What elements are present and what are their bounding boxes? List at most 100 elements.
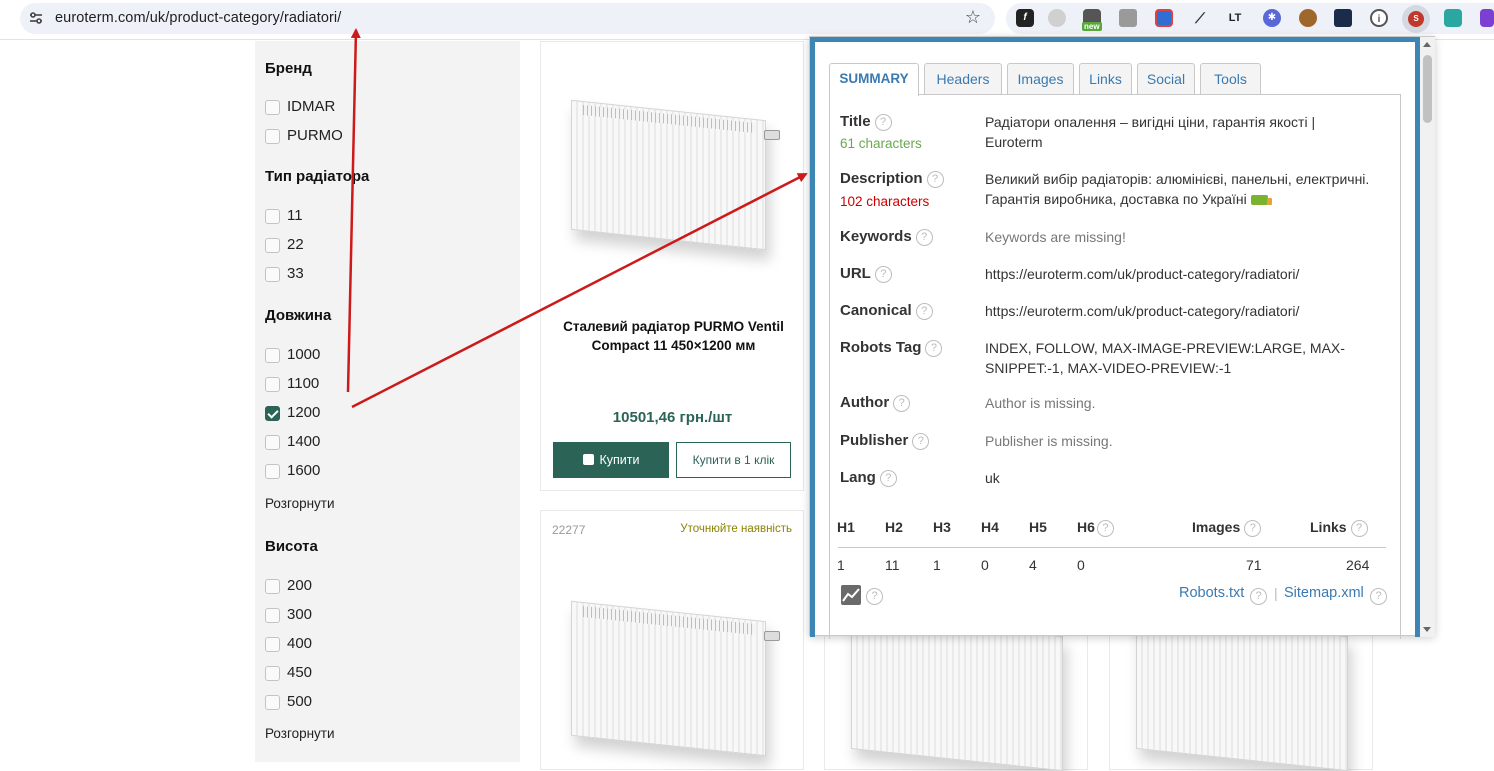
tab-tools[interactable]: Tools <box>1200 63 1261 94</box>
address-bar[interactable]: euroterm.com/uk/product-category/radiato… <box>20 3 995 34</box>
checklist-extension-icon[interactable] <box>1155 9 1173 27</box>
option-label: 500 <box>287 693 313 710</box>
purple-extension-icon[interactable] <box>1480 9 1494 27</box>
hex-extension-icon[interactable] <box>1334 9 1352 27</box>
checkbox[interactable] <box>265 666 280 681</box>
description-label: Description? <box>840 170 944 188</box>
help-icon[interactable]: ? <box>1370 588 1387 605</box>
tab-links[interactable]: Links <box>1079 63 1132 94</box>
keywords-value: Keywords are missing! <box>985 229 1126 245</box>
option-label: 200 <box>287 577 313 594</box>
scroll-thumb[interactable] <box>1423 55 1432 123</box>
images-header: Images? <box>1192 519 1262 537</box>
expand-height-link[interactable]: Розгорнути <box>265 726 335 741</box>
help-icon[interactable]: ? <box>912 432 930 450</box>
table-divider <box>838 547 1386 548</box>
seo-extension-icon[interactable]: S <box>1402 5 1430 33</box>
checkbox[interactable] <box>265 377 280 392</box>
checkbox[interactable] <box>265 267 280 282</box>
url-value[interactable]: https://euroterm.com/uk/product-category… <box>985 264 1385 284</box>
info-extension-icon[interactable]: i <box>1370 9 1388 27</box>
checkbox[interactable] <box>265 100 280 115</box>
checkbox[interactable] <box>265 579 280 594</box>
image-extension-icon[interactable] <box>1444 9 1462 27</box>
product-price: 10501,46 грн./шт <box>612 409 733 426</box>
scroll-up-icon[interactable] <box>1423 42 1431 47</box>
gear-extension-icon[interactable]: ✱ <box>1263 9 1281 27</box>
images-count: 71 <box>1246 557 1262 573</box>
bookmark-star-icon[interactable]: ☆ <box>965 7 981 28</box>
links-count: 264 <box>1346 557 1370 573</box>
h3-header: H3 <box>933 519 951 535</box>
lang-label: Lang? <box>840 469 897 487</box>
checkbox[interactable] <box>265 209 280 224</box>
publisher-label: Publisher? <box>840 432 930 450</box>
h3-count: 1 <box>933 557 941 573</box>
publisher-value: Publisher is missing. <box>985 433 1113 449</box>
checkbox[interactable] <box>265 464 280 479</box>
help-icon[interactable]: ? <box>1350 519 1368 537</box>
checkbox[interactable] <box>265 608 280 623</box>
checkbox[interactable] <box>265 348 280 363</box>
tab-social[interactable]: Social <box>1137 63 1195 94</box>
checkbox-checked[interactable] <box>265 406 280 421</box>
sitemap-xml-link[interactable]: Sitemap.xml <box>1284 585 1364 601</box>
camera-extension-icon[interactable] <box>1119 9 1137 27</box>
help-icon[interactable]: ? <box>879 469 897 487</box>
tab-summary[interactable]: SUMMARY <box>829 63 919 96</box>
browser-toolbar: euroterm.com/uk/product-category/radiato… <box>0 0 1494 40</box>
h5-count: 4 <box>1029 557 1037 573</box>
checkbox[interactable] <box>265 238 280 253</box>
product-name[interactable]: Сталевий радіатор PURMO Ventil Compact 1… <box>551 317 796 355</box>
help-icon[interactable]: ? <box>915 228 933 246</box>
help-icon[interactable]: ? <box>1244 519 1262 537</box>
buy-button[interactable]: Купити <box>553 442 669 478</box>
expand-length-link[interactable]: Розгорнути <box>265 496 335 511</box>
help-icon[interactable]: ? <box>915 302 933 320</box>
checkbox[interactable] <box>265 637 280 652</box>
option-label: 450 <box>287 664 313 681</box>
option-label: 11 <box>287 207 303 224</box>
product-card-4[interactable] <box>1109 613 1373 771</box>
canonical-value[interactable]: https://euroterm.com/uk/product-category… <box>985 301 1385 321</box>
buy-one-click-button[interactable]: Купити в 1 клік <box>676 442 791 478</box>
help-icon[interactable]: ? <box>925 339 943 357</box>
fi-extension-icon[interactable]: f <box>1016 9 1034 27</box>
product-image[interactable] <box>571 600 780 757</box>
help-icon[interactable]: ? <box>926 170 944 188</box>
checkbox[interactable] <box>265 695 280 710</box>
help-icon[interactable]: ? <box>874 113 892 131</box>
product-image[interactable] <box>1136 613 1348 771</box>
grey-extension-icon[interactable] <box>1048 9 1066 27</box>
checkbox[interactable] <box>265 435 280 450</box>
popup-scrollbar[interactable] <box>1420 37 1435 637</box>
truck-icon <box>1250 195 1272 205</box>
tab-headers[interactable]: Headers <box>924 63 1002 94</box>
checkbox[interactable] <box>265 129 280 144</box>
help-icon[interactable]: ? <box>1250 588 1267 605</box>
tab-images[interactable]: Images <box>1007 63 1074 94</box>
address-url[interactable]: euroterm.com/uk/product-category/radiato… <box>55 10 341 26</box>
cookie-extension-icon[interactable] <box>1299 9 1317 27</box>
option-label: 1100 <box>287 375 320 392</box>
h6-count: 0 <box>1077 557 1085 573</box>
link-extension-icon[interactable]: ⟋ <box>1191 9 1209 27</box>
keywords-label: Keywords? <box>840 228 933 246</box>
help-icon[interactable]: ? <box>1096 519 1114 537</box>
help-icon[interactable]: ? <box>893 394 911 412</box>
site-settings-icon[interactable] <box>28 10 44 26</box>
product-card-3[interactable] <box>824 613 1088 771</box>
scroll-down-icon[interactable] <box>1423 627 1431 632</box>
help-icon[interactable]: ? <box>874 265 892 283</box>
product-image[interactable] <box>851 613 1063 771</box>
help-icon[interactable]: ? <box>866 588 883 605</box>
robots-txt-link[interactable]: Robots.txt <box>1179 585 1244 601</box>
product-image[interactable] <box>571 99 780 251</box>
chart-icon[interactable] <box>841 585 861 605</box>
product-card-2[interactable]: 22277 Уточнюйте наявність <box>540 510 804 770</box>
lt-extension-icon[interactable]: LT <box>1226 9 1244 27</box>
extensions-bar: f new ⟋ LT ✱ i S <box>1006 3 1494 34</box>
description-char-count: 102 characters <box>840 194 930 209</box>
option-label: IDMAR <box>287 98 336 115</box>
product-card[interactable]: Сталевий радіатор PURMO Ventil Compact 1… <box>540 41 804 491</box>
